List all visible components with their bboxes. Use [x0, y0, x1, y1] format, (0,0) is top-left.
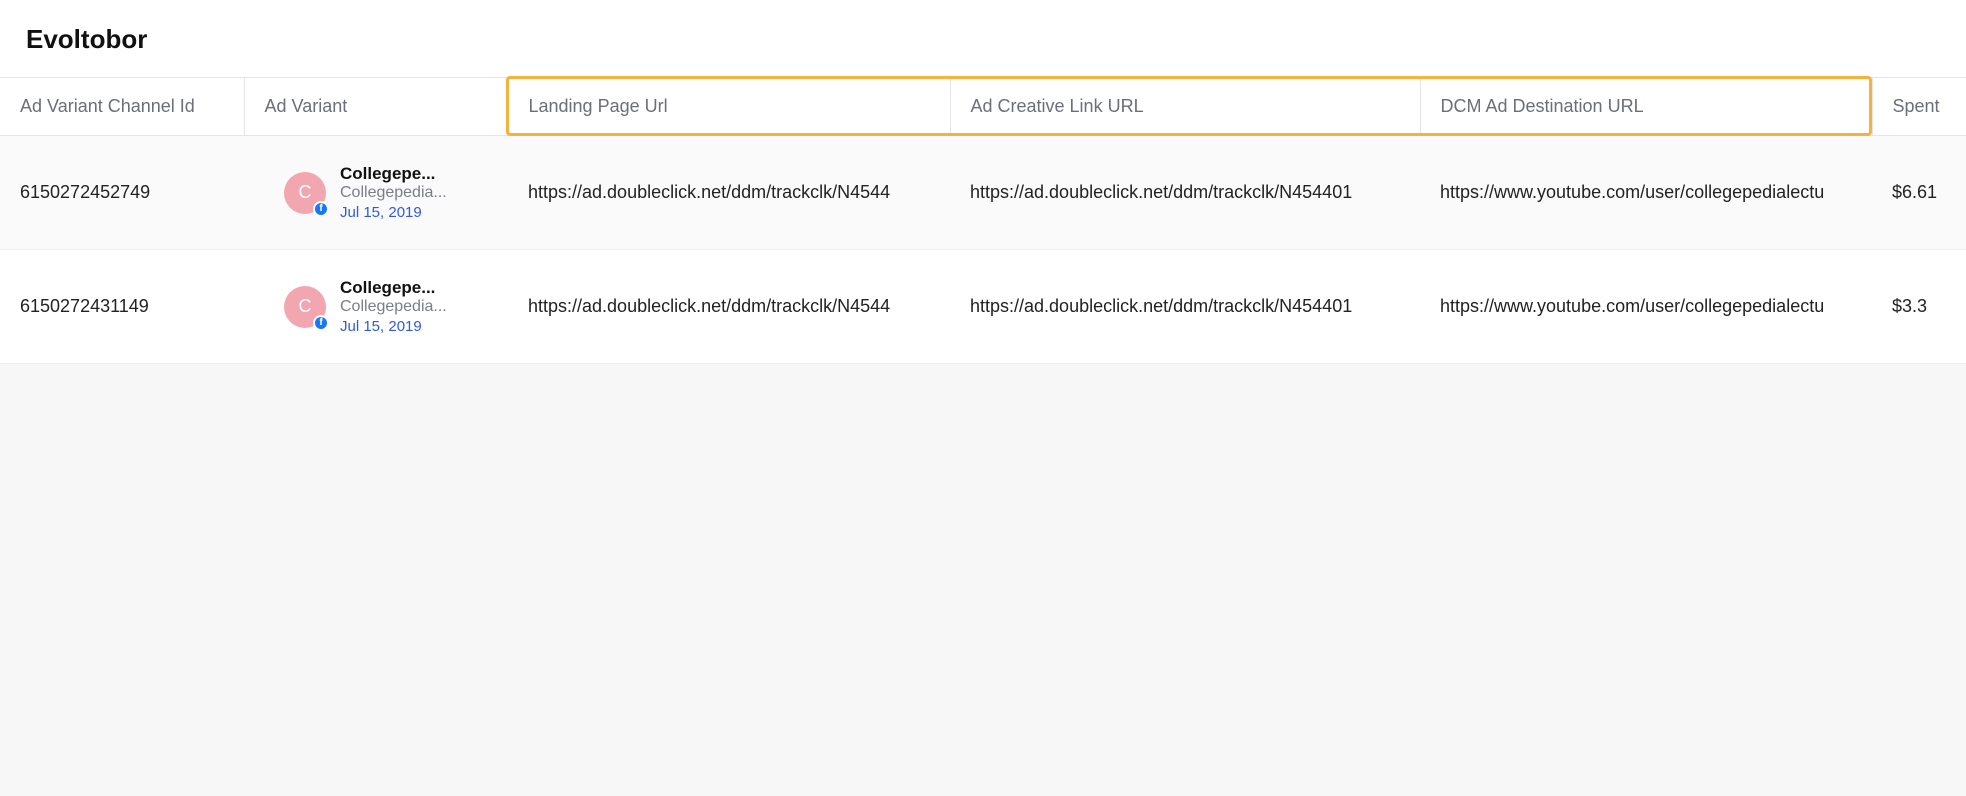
cell-creative: https://ad.doubleclick.net/ddm/trackclk/… — [950, 250, 1420, 364]
variant-date: Jul 15, 2019 — [340, 204, 447, 221]
table-body: 6150272452749 C f Collegepe... Collegepe… — [0, 136, 1966, 364]
page-gap — [0, 364, 1966, 464]
page-title: Evoltobor — [0, 0, 1966, 77]
variant-subtitle: Collegepedia... — [340, 184, 447, 202]
table-header-row: Ad Variant Channel Id Ad Variant Landing… — [0, 78, 1966, 136]
variant-subtitle: Collegepedia... — [340, 298, 447, 316]
table-row[interactable]: 6150272431149 C f Collegepe... Collegepe… — [0, 250, 1966, 364]
col-header-dcm[interactable]: DCM Ad Destination URL — [1420, 78, 1872, 136]
cell-dcm: https://www.youtube.com/user/collegepedi… — [1420, 136, 1872, 250]
cell-id: 6150272452749 — [0, 136, 244, 250]
cell-dcm: https://www.youtube.com/user/collegepedi… — [1420, 250, 1872, 364]
facebook-badge-icon: f — [313, 201, 329, 217]
page: Evoltobor Ad Variant Channel Id Ad Varia… — [0, 0, 1966, 364]
cell-landing: https://ad.doubleclick.net/ddm/trackclk/… — [508, 136, 950, 250]
col-header-creative[interactable]: Ad Creative Link URL — [950, 78, 1420, 136]
avatar: C f — [284, 286, 326, 328]
col-header-variant[interactable]: Ad Variant — [244, 78, 508, 136]
cell-id: 6150272431149 — [0, 250, 244, 364]
table-wrap: Ad Variant Channel Id Ad Variant Landing… — [0, 77, 1966, 364]
col-header-id[interactable]: Ad Variant Channel Id — [0, 78, 244, 136]
cell-variant: C f Collegepe... Collegepedia... Jul 15,… — [244, 136, 508, 250]
variant-title: Collegepe... — [340, 164, 447, 184]
cell-spent: $6.61 — [1872, 136, 1966, 250]
data-table: Ad Variant Channel Id Ad Variant Landing… — [0, 77, 1966, 364]
cell-spent: $3.3 — [1872, 250, 1966, 364]
col-header-spent[interactable]: Spent — [1872, 78, 1966, 136]
cell-creative: https://ad.doubleclick.net/ddm/trackclk/… — [950, 136, 1420, 250]
facebook-badge-icon: f — [313, 315, 329, 331]
variant-title: Collegepe... — [340, 278, 447, 298]
cell-landing: https://ad.doubleclick.net/ddm/trackclk/… — [508, 250, 950, 364]
variant-date: Jul 15, 2019 — [340, 318, 447, 335]
col-header-landing[interactable]: Landing Page Url — [508, 78, 950, 136]
cell-variant: C f Collegepe... Collegepedia... Jul 15,… — [244, 250, 508, 364]
avatar: C f — [284, 172, 326, 214]
table-row[interactable]: 6150272452749 C f Collegepe... Collegepe… — [0, 136, 1966, 250]
